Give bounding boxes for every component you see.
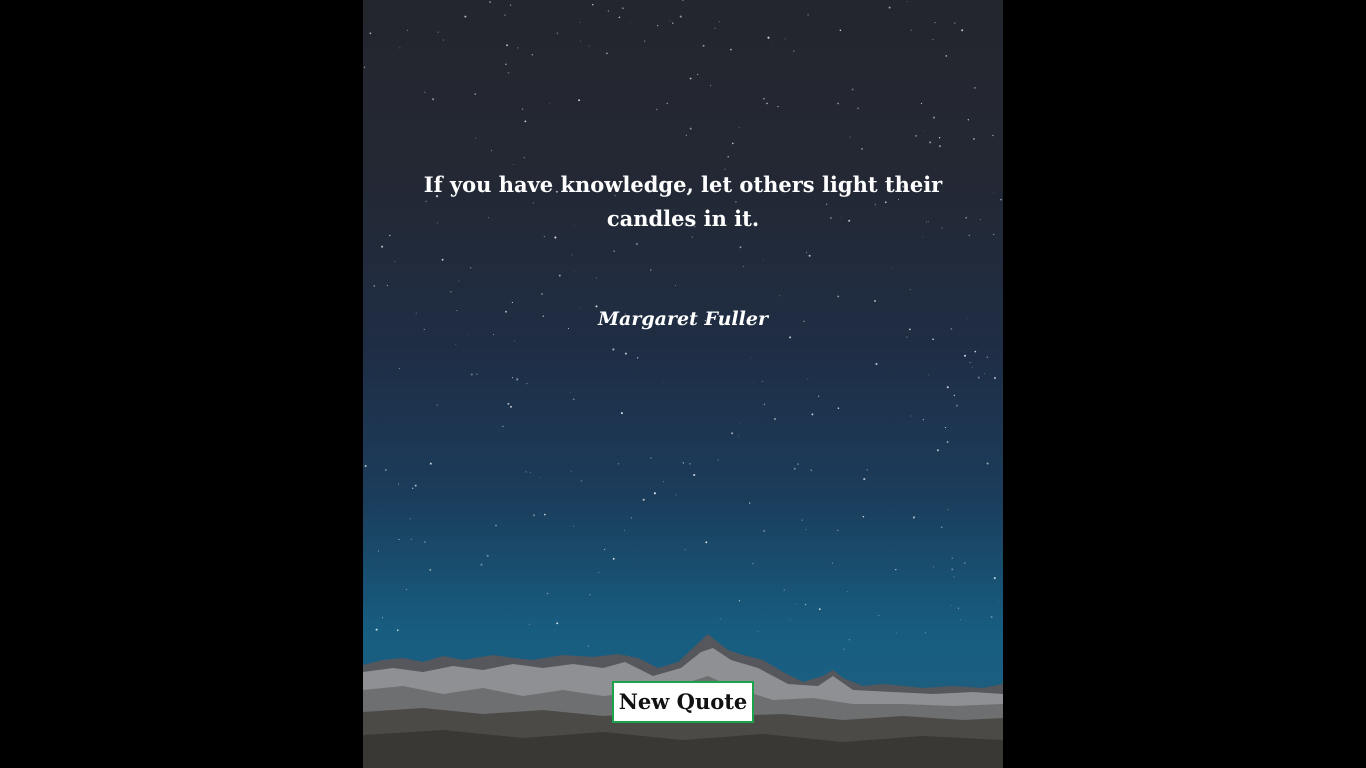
- new-quote-button[interactable]: New Quote: [612, 681, 754, 723]
- quote-text: If you have knowledge, let others light …: [423, 172, 943, 231]
- quote-card: If you have knowledge, let others light …: [363, 0, 1003, 768]
- night-sky-mountains-image: [363, 0, 1003, 768]
- quote-author: Margaret Fuller: [598, 308, 768, 330]
- page-background: If you have knowledge, let others light …: [0, 0, 1366, 768]
